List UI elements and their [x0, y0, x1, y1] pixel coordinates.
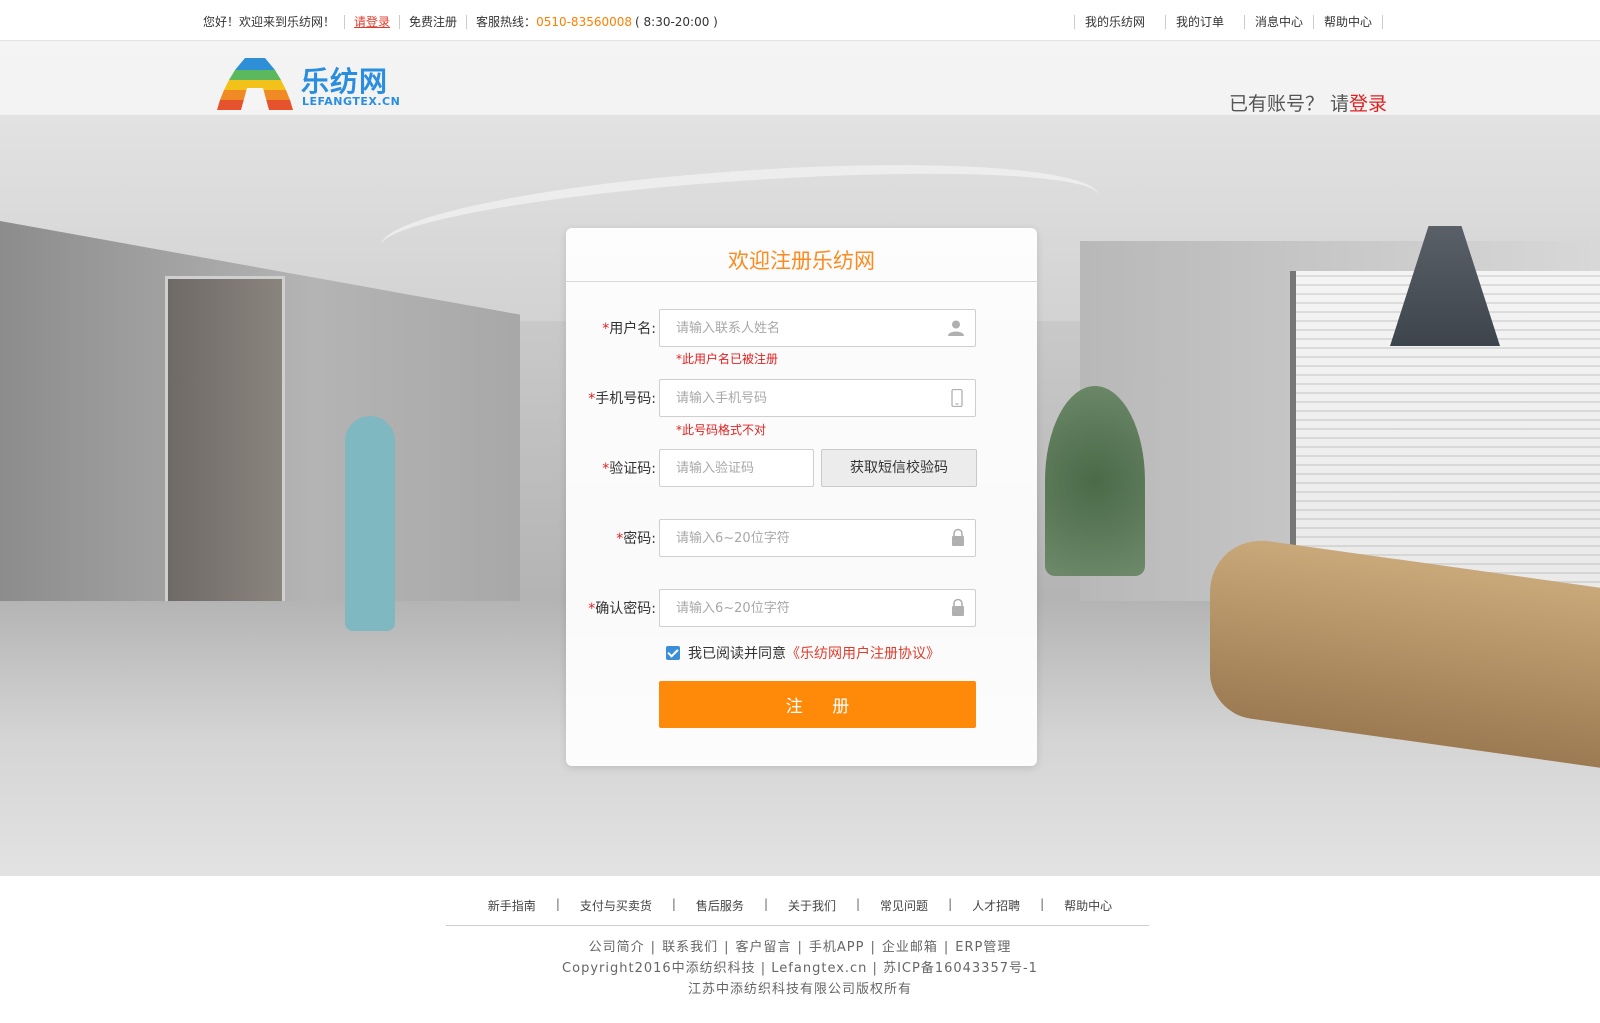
divider: |	[870, 940, 876, 955]
footer-link-faq[interactable]: 常见问题	[880, 897, 928, 914]
logo-text-en: LEFANGTEX.CN	[302, 95, 401, 108]
divider: |	[650, 940, 657, 955]
title-divider	[566, 281, 1037, 282]
footer-nav: 新手指南 | 支付与买卖货 | 售后服务 | 关于我们 | 常见问题 | 人才招聘 | 帮助…	[0, 897, 1600, 914]
footer-divider	[446, 925, 1149, 926]
register-card: 欢迎注册乐纺网 *用户名: *此用户名已被注册 *手机号码: *此号码格式不对 …	[566, 228, 1037, 766]
username-error: *此用户名已被注册	[676, 352, 779, 366]
copyright-text: Copyright2016中添纺织科技 | Lefangtex.cn | 苏IC…	[562, 961, 1038, 976]
greeting-text: 您好！欢迎来到乐纺网！	[203, 15, 336, 29]
hotline-label: 客服热线：	[476, 15, 537, 29]
logo-mark-icon	[217, 58, 293, 110]
messages-link[interactable]: 消息中心	[1255, 13, 1303, 30]
divider: |	[797, 940, 803, 955]
company-rights-text: 江苏中添纺织科技有限公司版权所有	[687, 982, 912, 997]
top-bar-left: 您好！欢迎来到乐纺网！ 请登录 免费注册 客服热线： 0510-83560008…	[203, 13, 718, 30]
divider	[399, 14, 401, 29]
agree-checkbox[interactable]	[666, 646, 680, 660]
logo-text-cn: 乐纺网	[301, 65, 389, 98]
top-bar: 您好！欢迎来到乐纺网！ 请登录 免费注册 客服热线： 0510-83560008…	[0, 0, 1600, 41]
footer-link-after-sales[interactable]: 售后服务	[696, 897, 744, 914]
lock-icon	[952, 598, 964, 616]
help-center-link[interactable]: 帮助中心	[1324, 13, 1372, 30]
footer-info: 公司简介 | 联系我们 | 客户留言 | 手机APP | 企业邮箱 | ERP管理 Copyrigh…	[0, 937, 1600, 1000]
top-bar-right: 我的乐纺网 我的订单 消息中心 帮助中心	[1064, 13, 1393, 30]
site-logo[interactable]: 乐纺网 LEFANGTEX.CN	[217, 58, 401, 110]
divider	[1244, 14, 1246, 29]
top-login-link[interactable]: 请登录	[354, 13, 390, 30]
statue	[345, 416, 395, 631]
agreement-row: 我已阅读并同意 《乐纺网用户注册协议》	[666, 643, 940, 663]
footer-link-email[interactable]: 企业邮箱	[882, 940, 938, 955]
has-account-prompt: 已有账号？ 请登录	[1229, 89, 1387, 116]
has-account-text: 已有账号？ 请	[1229, 93, 1350, 115]
divider	[466, 14, 468, 29]
lock-icon	[952, 528, 964, 546]
register-title: 欢迎注册乐纺网	[728, 249, 875, 273]
divider: |	[948, 897, 953, 911]
my-account-link[interactable]: 我的乐纺网	[1085, 13, 1145, 30]
confirm-password-label: *确认密码:	[588, 601, 656, 617]
hotline-hours: ( 8:30-20:00 )	[635, 14, 718, 29]
divider	[1313, 14, 1315, 29]
mobile-phone-icon	[951, 389, 963, 407]
footer-link-about-us[interactable]: 关于我们	[788, 897, 836, 914]
phone-error: *此号码格式不对	[676, 423, 767, 437]
hotline-number: 0510-83560008	[536, 14, 633, 29]
door	[165, 276, 285, 621]
divider	[1165, 14, 1167, 29]
footer-link-mobile-app[interactable]: 手机APP	[809, 940, 865, 955]
footer-link-company-intro[interactable]: 公司简介	[589, 940, 645, 955]
divider: |	[1040, 897, 1045, 911]
footer-link-feedback[interactable]: 客户留言	[735, 940, 791, 955]
my-orders-link[interactable]: 我的订单	[1176, 13, 1224, 30]
username-label: *用户名:	[602, 321, 656, 337]
footer-link-contact[interactable]: 联系我们	[662, 940, 718, 955]
divider: |	[943, 940, 950, 955]
divider: |	[856, 897, 861, 911]
footer-link-help-center[interactable]: 帮助中心	[1064, 897, 1112, 914]
user-agreement-link[interactable]: 《乐纺网用户注册协议》	[786, 643, 940, 663]
divider	[1382, 14, 1384, 29]
divider	[1074, 14, 1075, 29]
plant	[1045, 386, 1145, 576]
password-input[interactable]	[659, 519, 976, 557]
phone-input[interactable]	[659, 379, 976, 417]
footer-secondary-links: 公司简介 | 联系我们 | 客户留言 | 手机APP | 企业邮箱 | ERP管理	[0, 937, 1600, 958]
header-login-link[interactable]: 登录	[1349, 93, 1387, 115]
divider	[344, 14, 346, 29]
code-label: *验证码:	[602, 461, 656, 477]
footer-link-careers[interactable]: 人才招聘	[972, 897, 1020, 914]
top-register-link[interactable]: 免费注册	[409, 13, 457, 30]
register-submit-button[interactable]: 注 册	[659, 681, 976, 728]
agree-text: 我已阅读并同意	[688, 646, 786, 662]
username-input[interactable]	[659, 309, 976, 347]
footer-link-payment[interactable]: 支付与买卖货	[580, 897, 652, 914]
confirm-password-input[interactable]	[659, 589, 976, 627]
user-icon	[948, 320, 964, 336]
phone-label: *手机号码:	[588, 391, 656, 407]
site-header: 乐纺网 LEFANGTEX.CN 已有账号？ 请登录	[0, 41, 1600, 115]
divider: |	[724, 940, 730, 955]
verify-code-input[interactable]	[659, 449, 814, 487]
get-sms-code-button[interactable]: 获取短信校验码	[821, 449, 977, 487]
divider: |	[763, 897, 768, 911]
divider: |	[671, 897, 676, 911]
divider: |	[555, 897, 560, 911]
footer-link-beginner-guide[interactable]: 新手指南	[488, 897, 536, 914]
footer-link-erp[interactable]: ERP管理	[955, 940, 1011, 955]
password-label: *密码:	[616, 531, 656, 547]
